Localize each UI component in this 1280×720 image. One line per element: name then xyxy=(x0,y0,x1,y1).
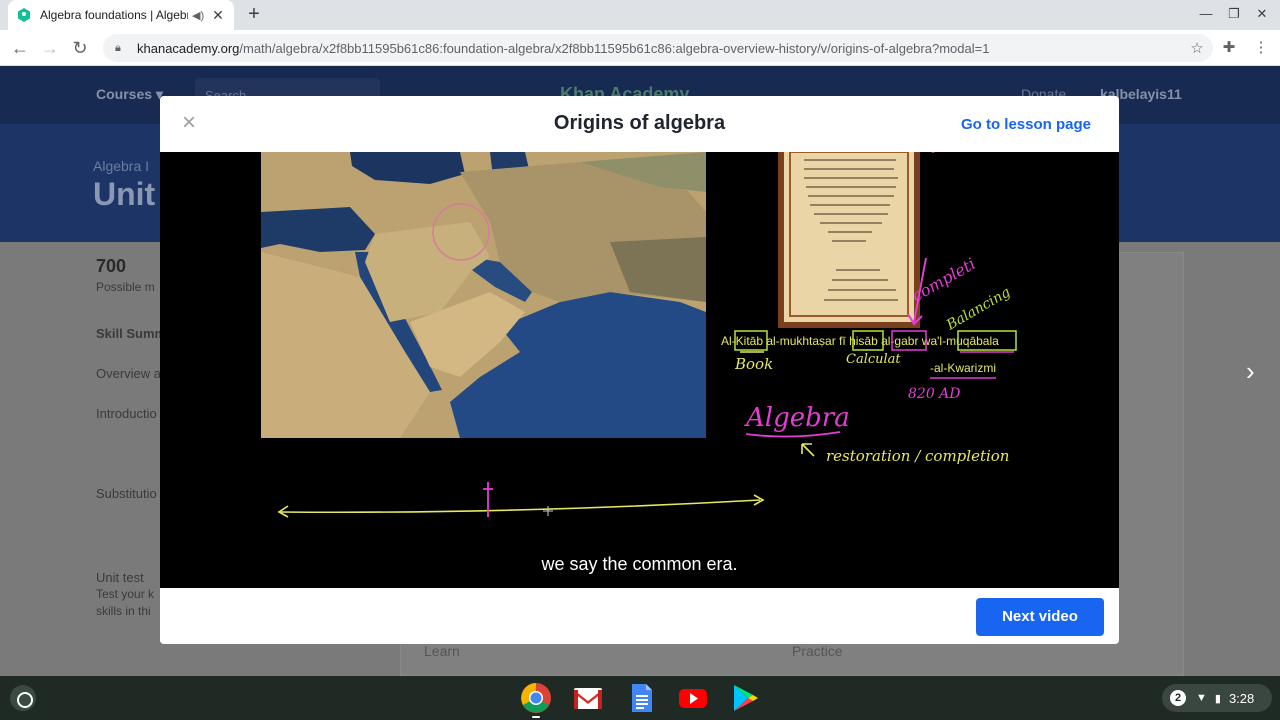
gmail-icon[interactable] xyxy=(572,682,604,714)
audio-playing-icon[interactable]: ◀) xyxy=(192,9,206,22)
courses-menu[interactable]: Courses ▾ xyxy=(96,86,163,103)
close-tab-icon[interactable]: ✕ xyxy=(210,7,226,24)
url-host: khanacademy.org xyxy=(137,40,240,56)
tab-title: Algebra foundations | Algebra I xyxy=(40,8,188,22)
browser-toolbar: ← → ↻ 🔒︎ khanacademy.org/math/algebra/x2… xyxy=(0,30,1280,66)
tab-strip: Algebra foundations | Algebra I ◀) ✕ + —… xyxy=(0,0,1280,30)
unit-test-desc: skills in thi xyxy=(96,604,151,618)
launcher-icon[interactable] xyxy=(10,685,36,711)
chrome-icon[interactable] xyxy=(520,682,552,714)
clock-time: 3:28 xyxy=(1228,690,1255,706)
back-icon[interactable]: ← xyxy=(9,37,31,59)
new-tab-button[interactable]: + xyxy=(244,4,264,24)
manuscript-image xyxy=(778,152,920,328)
video-player[interactable]: completi Balancing Al-Kitāb al-mukhtaṣar… xyxy=(160,152,1119,588)
breadcrumb[interactable]: Algebra I xyxy=(93,158,149,174)
timeline-drawing xyxy=(277,482,765,518)
satellite-map-image xyxy=(261,152,706,438)
mastery-points: 700 xyxy=(96,256,127,276)
google-docs-icon[interactable] xyxy=(625,682,657,714)
menu-kebab-icon[interactable]: ⋮ xyxy=(1250,37,1272,59)
sidebar-item-unit-test[interactable]: Unit test xyxy=(96,570,144,585)
go-to-lesson-link[interactable]: Go to lesson page xyxy=(961,116,1091,133)
browser-tab[interactable]: Algebra foundations | Algebra I ◀) ✕ xyxy=(8,0,234,30)
url-path: /math/algebra/x2f8bb11595b61c86:foundati… xyxy=(239,40,990,56)
modal-footer: Next video xyxy=(160,588,1119,644)
annotation-calculation: Calculat xyxy=(846,352,901,367)
learn-heading: Learn xyxy=(424,643,460,659)
mastery-points-label: Possible m xyxy=(96,280,155,294)
annotation-author: -al-Kwarizmi xyxy=(930,361,996,375)
minimize-icon[interactable]: — xyxy=(1196,6,1216,21)
close-window-icon[interactable]: ✕ xyxy=(1252,6,1272,22)
unit-test-desc: Test your k xyxy=(96,587,155,601)
active-app-indicator xyxy=(532,716,540,718)
forward-icon[interactable]: → xyxy=(39,37,61,59)
khan-academy-favicon-icon xyxy=(18,8,30,22)
practice-heading: Practice xyxy=(792,643,843,659)
os-shelf: 2 ▼ ▮ 3:28 xyxy=(0,676,1280,720)
sidebar-item-substitution[interactable]: Substitutio xyxy=(96,486,157,501)
skill-summary-link[interactable]: Skill Summ xyxy=(96,326,166,341)
annotation-book: Book xyxy=(734,355,773,373)
annotation-algebra: Algebra xyxy=(744,403,850,433)
status-tray[interactable]: 2 ▼ ▮ 3:28 xyxy=(1162,684,1272,712)
sidebar-item-overview[interactable]: Overview a xyxy=(96,366,161,381)
unit-title: Unit xyxy=(93,176,156,212)
annotation-meaning: restoration / completion xyxy=(826,447,1009,465)
address-bar[interactable]: 🔒︎ khanacademy.org/math/algebra/x2f8bb11… xyxy=(103,34,1213,62)
wifi-icon: ▼ xyxy=(1196,692,1207,704)
next-chevron-icon[interactable]: › xyxy=(1246,356,1255,387)
video-modal: × Origins of algebra Go to lesson page c… xyxy=(160,96,1119,644)
lock-icon: 🔒︎ xyxy=(115,41,121,54)
battery-icon: ▮ xyxy=(1214,692,1221,705)
bookmark-star-icon[interactable]: ☆ xyxy=(1187,39,1207,57)
restore-icon[interactable]: ❐ xyxy=(1224,6,1244,22)
sidebar-item-introduction[interactable]: Introductio xyxy=(96,406,157,421)
reload-icon[interactable]: ↻ xyxy=(69,37,91,59)
video-caption: we say the common era. xyxy=(541,554,738,574)
next-video-button[interactable]: Next video xyxy=(976,598,1104,636)
annotation-balancing: Balancing xyxy=(943,284,1013,334)
extensions-puzzle-icon[interactable]: ✚ xyxy=(1218,37,1240,59)
youtube-icon[interactable] xyxy=(677,682,709,714)
modal-header: × Origins of algebra Go to lesson page xyxy=(160,96,1119,152)
notification-count-badge: 2 xyxy=(1170,690,1186,706)
annotation-year: 820 AD xyxy=(908,386,961,402)
video-frame: completi Balancing Al-Kitāb al-mukhtaṣar… xyxy=(261,152,1017,518)
play-store-icon[interactable] xyxy=(729,682,761,714)
